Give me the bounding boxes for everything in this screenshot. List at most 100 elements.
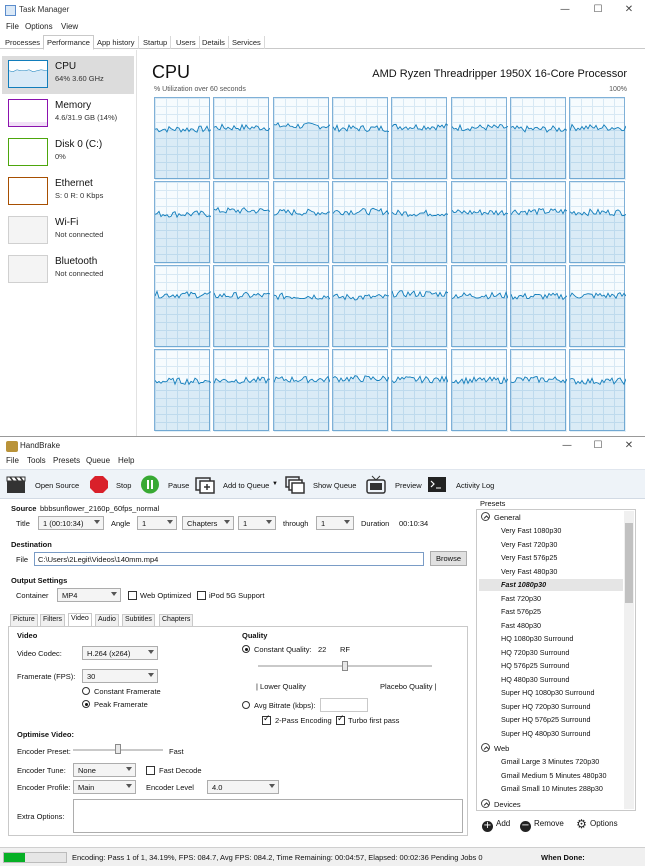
hb-menu-help[interactable]: Help <box>118 456 134 465</box>
tab-details[interactable]: Details <box>199 36 229 49</box>
resource-ethernet[interactable]: Ethernet S: 0 R: 0 Kbps <box>2 173 134 211</box>
ipod-checkbox[interactable] <box>197 591 206 600</box>
tab-processes[interactable]: Processes <box>2 36 45 49</box>
resource-memory[interactable]: Memory 4.6/31.9 GB (14%) <box>2 95 134 133</box>
tab-chapters[interactable]: Chapters <box>159 614 194 626</box>
tab-filters[interactable]: Filters <box>40 614 66 626</box>
add-to-queue-icon[interactable] <box>195 475 215 494</box>
encoder-level-dropdown[interactable]: 4.0 <box>207 780 279 794</box>
extra-options-textarea[interactable] <box>73 799 463 833</box>
tv-preview-icon[interactable] <box>366 475 386 494</box>
tab-video[interactable]: Video <box>68 613 92 627</box>
preset-item[interactable]: HQ 720p30 Surround <box>501 648 569 657</box>
preset-options-button[interactable]: ⚙ Options <box>576 818 617 830</box>
resource-wifi[interactable]: Wi-Fi Not connected <box>2 212 134 250</box>
preset-item[interactable]: Very Fast 720p30 <box>501 540 557 549</box>
preview-button[interactable]: Preview <box>395 481 422 490</box>
encoder-profile-dropdown[interactable]: Main <box>73 780 136 794</box>
tab-startup[interactable]: Startup <box>140 36 172 49</box>
hb-menu-queue[interactable]: Queue <box>86 456 110 465</box>
preset-item[interactable]: HQ 576p25 Surround <box>501 661 569 670</box>
minimize-icon[interactable]: — <box>558 3 572 17</box>
presets-scrollbar[interactable] <box>624 511 634 809</box>
encoder-preset-slider-thumb[interactable] <box>115 744 121 754</box>
preset-item[interactable]: Super HQ 480p30 Surround <box>501 729 591 738</box>
preset-item[interactable]: Gmail Small 10 Minutes 288p30 <box>501 784 603 793</box>
tab-users[interactable]: Users <box>173 36 200 49</box>
add-preset-button[interactable]: + Add <box>482 819 510 832</box>
quality-slider-thumb[interactable] <box>342 661 348 671</box>
destination-file-input[interactable]: C:\Users\2Legit\Videos\140mm.mp4 <box>34 552 424 566</box>
tm-menu-view[interactable]: View <box>61 22 78 31</box>
activity-log-button[interactable]: Activity Log <box>456 481 494 490</box>
collapse-chevron-icon[interactable] <box>481 798 490 808</box>
resource-cpu[interactable]: CPU 64% 3.60 GHz <box>2 56 134 94</box>
tab-app-history[interactable]: App history <box>94 36 139 49</box>
hb-menu-file[interactable]: File <box>6 456 19 465</box>
preset-group-general[interactable]: General <box>481 512 521 522</box>
preset-item[interactable]: Super HQ 720p30 Surround <box>501 702 591 711</box>
preset-item[interactable]: Gmail Large 3 Minutes 720p30 <box>501 757 599 766</box>
tm-menu-file[interactable]: File <box>6 22 19 31</box>
peak-framerate-radio[interactable] <box>82 700 90 708</box>
range-end-dropdown[interactable]: 1 <box>316 516 354 530</box>
two-pass-checkbox[interactable] <box>262 714 271 725</box>
preset-item[interactable]: Very Fast 1080p30 <box>501 526 561 535</box>
constant-quality-radio[interactable] <box>242 645 250 653</box>
preset-item[interactable]: HQ 480p30 Surround <box>501 675 569 684</box>
clapperboard-icon[interactable] <box>6 475 26 494</box>
video-codec-dropdown[interactable]: H.264 (x264) <box>82 646 158 660</box>
range-start-dropdown[interactable]: 1 <box>238 516 276 530</box>
tab-services[interactable]: Services <box>229 36 265 49</box>
framerate-dropdown[interactable]: 30 <box>82 669 158 683</box>
hb-menu-tools[interactable]: Tools <box>27 456 46 465</box>
turbo-first-pass-checkbox[interactable] <box>336 714 345 725</box>
minimize-icon[interactable]: — <box>560 439 574 453</box>
add-to-queue-button[interactable]: Add to Queue <box>223 481 269 490</box>
tab-performance[interactable]: Performance <box>43 35 94 50</box>
when-done-label[interactable]: When Done: <box>541 853 585 862</box>
resource-disk[interactable]: Disk 0 (C:) 0% <box>2 134 134 172</box>
tab-subtitles[interactable]: Subtitles <box>122 614 155 626</box>
close-icon[interactable]: ✕ <box>622 439 636 453</box>
preset-item[interactable]: Fast 480p30 <box>501 621 541 630</box>
browse-button[interactable]: Browse <box>430 551 467 566</box>
maximize-icon[interactable]: ☐ <box>591 439 605 453</box>
show-queue-button[interactable]: Show Queue <box>313 481 356 490</box>
hb-menu-presets[interactable]: Presets <box>53 456 80 465</box>
close-icon[interactable]: ✕ <box>622 3 636 17</box>
stop-icon[interactable] <box>89 475 109 494</box>
preset-item[interactable]: Super HQ 1080p30 Surround <box>501 688 595 697</box>
web-optimized-checkbox[interactable] <box>128 591 137 600</box>
add-to-queue-dropdown-icon[interactable]: ▼ <box>272 481 278 487</box>
preset-item[interactable]: Fast 576p25 <box>501 607 541 616</box>
angle-dropdown[interactable]: 1 <box>137 516 177 530</box>
presets-scrollbar-thumb[interactable] <box>625 523 633 603</box>
preset-item[interactable]: Fast 1080p30 <box>501 580 546 589</box>
tab-picture[interactable]: Picture <box>10 614 38 626</box>
preset-item[interactable]: Very Fast 576p25 <box>501 553 557 562</box>
collapse-chevron-icon[interactable] <box>481 512 490 521</box>
maximize-icon[interactable]: ☐ <box>591 3 605 17</box>
show-queue-icon[interactable] <box>285 475 305 494</box>
avg-bitrate-radio[interactable] <box>242 701 250 709</box>
preset-item[interactable]: Fast 720p30 <box>501 594 541 603</box>
terminal-icon[interactable] <box>427 475 447 494</box>
container-dropdown[interactable]: MP4 <box>57 588 121 602</box>
range-type-dropdown[interactable]: Chapters <box>182 516 234 530</box>
fast-decode-checkbox[interactable] <box>146 766 155 775</box>
title-dropdown[interactable]: 1 (00:10:34) <box>38 516 104 530</box>
avg-bitrate-input[interactable] <box>320 698 368 712</box>
resource-bluetooth[interactable]: Bluetooth Not connected <box>2 251 134 289</box>
tab-audio[interactable]: Audio <box>95 614 119 626</box>
preset-item[interactable]: Very Fast 480p30 <box>501 567 557 576</box>
preset-item[interactable]: HQ 1080p30 Surround <box>501 634 573 643</box>
collapse-chevron-icon[interactable] <box>481 743 490 752</box>
preset-item[interactable]: Gmail Medium 5 Minutes 480p30 <box>501 771 606 780</box>
constant-framerate-radio[interactable] <box>82 687 90 695</box>
preset-group-web[interactable]: Web <box>481 743 509 753</box>
open-source-button[interactable]: Open Source <box>35 481 79 490</box>
stop-button[interactable]: Stop <box>116 481 131 490</box>
encoder-tune-dropdown[interactable]: None <box>73 763 136 777</box>
remove-preset-button[interactable]: − Remove <box>520 819 564 832</box>
